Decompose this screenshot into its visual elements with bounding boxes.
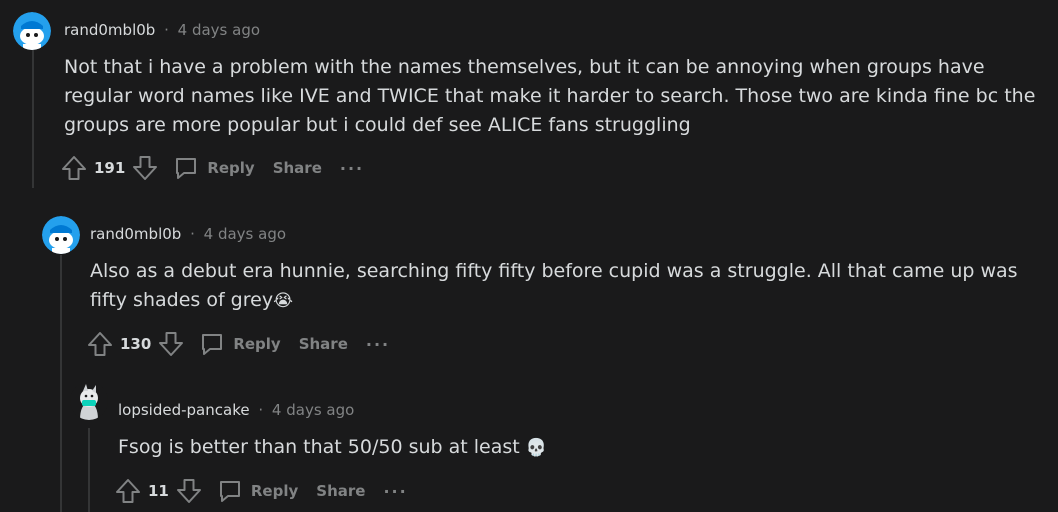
comment-actions: 11 Reply Share ··· [114,476,408,506]
author-name[interactable]: lopsided-pancake [118,401,250,419]
comment-thread: rand0mbl0b · 4 days ago Not that i have … [0,0,1058,512]
author-name[interactable]: rand0mbl0b [90,225,181,243]
vote-score: 11 [148,482,169,500]
comment-bubble-icon [217,478,243,504]
comment-body: Fsog is better than that 50/50 sub at le… [118,433,1018,463]
author-name[interactable]: rand0mbl0b [64,21,155,39]
upvote-icon[interactable] [60,154,88,182]
comment-text: Also as a debut era hunnie, searching fi… [90,260,1018,311]
avatar[interactable] [13,12,51,50]
comment-meta: rand0mbl0b · 4 days ago [64,20,260,40]
reply-button[interactable]: Reply [217,478,298,504]
vote-score: 191 [94,159,126,177]
comment-meta: lopsided-pancake · 4 days ago [118,400,354,420]
share-label: Share [316,482,366,500]
more-options-button[interactable]: ··· [383,482,407,501]
share-button[interactable]: Share [273,159,322,177]
avatar[interactable] [70,382,108,420]
comment-meta: rand0mbl0b · 4 days ago [90,224,286,244]
skull-emoji: 💀 [525,438,547,458]
comment-bubble-icon [199,331,225,357]
meta-separator: · [190,225,195,243]
avatar[interactable] [42,216,80,254]
reply-button[interactable]: Reply [173,155,255,181]
share-label: Share [298,335,348,353]
comment-actions: 191 Reply Share ··· [60,153,364,183]
downvote-icon[interactable] [131,154,159,182]
comment-body: Not that i have a problem with the names… [64,53,1049,140]
downvote-icon[interactable] [157,330,185,358]
comment-text: Not that i have a problem with the names… [64,56,1036,136]
share-button[interactable]: Share [316,482,365,500]
more-options-button[interactable]: ··· [340,159,364,178]
thread-line[interactable] [88,428,90,512]
reply-label: Reply [233,335,281,353]
meta-separator: · [258,401,264,419]
comment-actions: 130 Reply Share ··· [86,329,390,359]
meta-separator: · [164,21,169,39]
timestamp[interactable]: 4 days ago [272,401,354,419]
reply-label: Reply [207,159,255,177]
more-options-button[interactable]: ··· [366,335,390,354]
crying-face-emoji: 😭 [273,291,293,311]
reply-label: Reply [250,482,299,500]
comment-body: Also as a debut era hunnie, searching fi… [90,257,1020,316]
timestamp[interactable]: 4 days ago [178,21,260,39]
upvote-icon[interactable] [86,330,114,358]
comment-bubble-icon [173,155,199,181]
downvote-icon[interactable] [175,477,203,505]
reply-button[interactable]: Reply [199,331,281,357]
upvote-icon[interactable] [114,477,142,505]
vote-score: 130 [120,335,152,353]
thread-line[interactable] [60,255,62,512]
share-label: Share [272,159,322,177]
thread-line[interactable] [32,50,34,188]
timestamp[interactable]: 4 days ago [204,225,286,243]
share-button[interactable]: Share [299,335,348,353]
comment-text: Fsog is better than that 50/50 sub at le… [118,436,526,458]
